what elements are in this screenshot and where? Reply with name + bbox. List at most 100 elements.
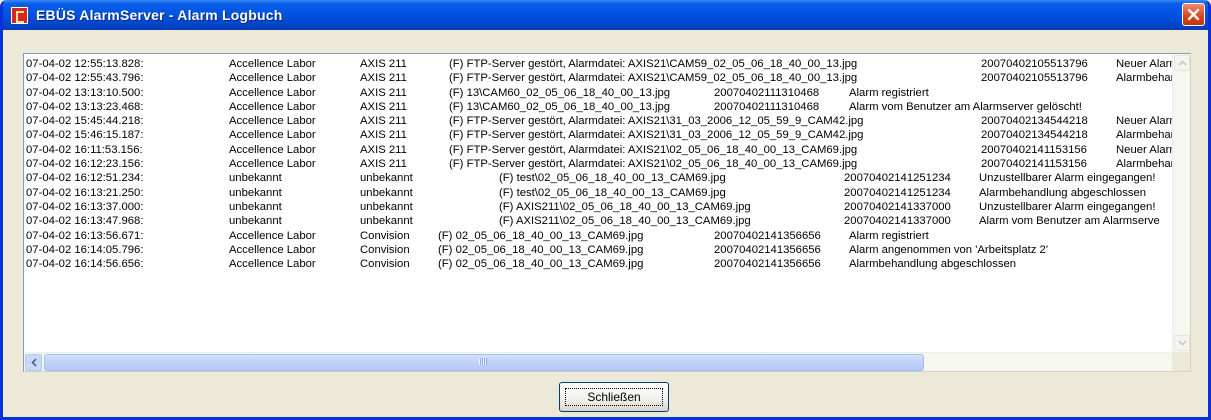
scroll-corner — [1172, 352, 1190, 371]
log-alarm-id: 20070402134544218 — [981, 129, 1088, 142]
log-camera: Convision — [360, 258, 410, 271]
log-location: Accellence Labor — [229, 158, 316, 171]
log-location: Accellence Labor — [229, 258, 316, 271]
log-location: Accellence Labor — [229, 100, 316, 113]
log-alarm-id: 20070402105513796 — [981, 58, 1088, 70]
alarm-logbook-window: EBÜS AlarmServer - Alarm Logbuch 07-04-0… — [0, 0, 1211, 420]
log-message: (F) test\02_05_06_18_40_00_13_CAM69.jpg — [499, 186, 726, 199]
log-time: 07-04-02 13:13:10.500: — [26, 86, 144, 99]
log-time: 07-04-02 15:46:15.187: — [26, 129, 144, 142]
log-status: Alarm vom Benutzer am Alarmserve — [979, 215, 1160, 228]
log-row[interactable]: 07-04-02 16:12:23.156: Accellence Labor AX… — [24, 157, 1173, 171]
log-camera: AXIS 211 — [360, 143, 407, 156]
horizontal-scrollbar[interactable] — [24, 352, 1190, 371]
log-alarm-id: 20070402141153156 — [981, 143, 1087, 156]
close-button-label: Schließen — [587, 390, 641, 404]
log-location: Accellence Labor — [229, 58, 316, 70]
log-status: Unzustellbarer Alarm eingegangen! — [979, 172, 1156, 185]
log-status: Alarm angenommen von 'Arbeitsplatz 2' — [849, 243, 1048, 256]
log-camera: unbekannt — [360, 172, 413, 185]
log-row[interactable]: 07-04-02 16:13:47.968: unbekannt unbekannt… — [24, 214, 1173, 228]
log-camera: AXIS 211 — [360, 58, 407, 70]
log-camera: AXIS 211 — [360, 72, 407, 85]
log-row[interactable]: 07-04-02 13:13:10.500: Accellence Labor AX… — [24, 86, 1173, 100]
log-row[interactable]: 07-04-02 16:13:21.250: unbekannt unbekannt… — [24, 186, 1173, 200]
log-message: (F) AXIS211\02_05_06_18_40_00_13_CAM69.j… — [499, 215, 751, 228]
log-alarm-id: 20070402105513796 — [981, 72, 1088, 85]
log-location: Accellence Labor — [229, 243, 316, 256]
log-time: 07-04-02 16:14:56.656: — [26, 258, 144, 271]
log-message: (F) FTP-Server gestört, Alarmdatei: AXIS… — [449, 129, 864, 142]
log-row[interactable]: 07-04-02 16:14:56.656: Accellence Labor Co… — [24, 257, 1173, 271]
scroll-up-button[interactable] — [1174, 55, 1190, 71]
log-location: Accellence Labor — [229, 229, 316, 242]
log-row[interactable]: 07-04-02 12:55:43.796: Accellence Labor AX… — [24, 71, 1173, 85]
log-location: unbekannt — [229, 215, 282, 228]
alarm-log-list[interactable]: 07-04-02 12:55:13.828: Accellence Labor AX… — [23, 53, 1191, 372]
log-message: (F) FTP-Server gestört, Alarmdatei: AXIS… — [449, 72, 858, 85]
log-camera: Convision — [360, 229, 410, 242]
log-row[interactable]: 07-04-02 16:14:05.796: Accellence Labor Co… — [24, 243, 1173, 257]
log-time: 07-04-02 12:55:13.828: — [26, 58, 144, 70]
log-status: Neuer Alarm e — [1116, 58, 1173, 70]
log-camera: AXIS 211 — [360, 129, 407, 142]
log-message: (F) FTP-Server gestört, Alarmdatei: AXIS… — [449, 158, 858, 171]
log-row[interactable]: 07-04-02 13:13:23.468: Accellence Labor AX… — [24, 100, 1173, 114]
log-status: Alarm registriert — [849, 229, 929, 242]
window-title: EBÜS AlarmServer - Alarm Logbuch — [36, 7, 283, 23]
close-button[interactable]: Schließen — [559, 382, 669, 412]
vertical-scrollbar[interactable] — [1172, 54, 1190, 352]
log-status: Unzustellbarer Alarm eingegangen! — [979, 200, 1156, 213]
log-message: (F) test\02_05_06_18_40_00_13_CAM69.jpg — [499, 172, 726, 185]
log-location: Accellence Labor — [229, 129, 316, 142]
log-row[interactable]: 07-04-02 12:55:13.828: Accellence Labor AX… — [24, 57, 1173, 71]
log-row[interactable]: 07-04-02 16:12:51.234: unbekannt unbekannt… — [24, 171, 1173, 185]
log-location: unbekannt — [229, 186, 282, 199]
log-alarm-id: 20070402141337000 — [844, 215, 951, 228]
log-row[interactable]: 07-04-02 16:11:53.156: Accellence Labor AX… — [24, 143, 1173, 157]
log-time: 07-04-02 16:12:51.234: — [26, 172, 144, 185]
log-status: Alarm registriert — [849, 86, 929, 99]
log-row[interactable]: 07-04-02 16:13:37.000: unbekannt unbekannt… — [24, 200, 1173, 214]
log-alarm-id: 20070402141251234 — [844, 172, 951, 185]
log-message: (F) 13\CAM60_02_05_06_18_40_00_13.jpg — [449, 86, 671, 99]
log-location: Accellence Labor — [229, 72, 316, 85]
log-alarm-id: 20070402141337000 — [844, 200, 951, 213]
chevron-left-icon — [30, 358, 37, 367]
log-row[interactable]: 07-04-02 15:45:44.218: Accellence Labor AX… — [24, 114, 1173, 128]
log-status: Alarmbehandlung abgeschlossen — [849, 258, 1017, 271]
scroll-grip-icon — [479, 358, 487, 365]
log-time: 07-04-02 12:55:43.796: — [26, 72, 144, 85]
log-location: Accellence Labor — [229, 143, 316, 156]
log-time: 07-04-02 15:45:44.218: — [26, 115, 144, 128]
title-bar[interactable]: EBÜS AlarmServer - Alarm Logbuch — [3, 0, 1208, 30]
chevron-down-icon — [1177, 340, 1187, 346]
close-window-button[interactable] — [1182, 3, 1205, 26]
log-status: Alarm vom Benutzer am Alarmserver gelösc… — [849, 100, 1082, 113]
log-rows: 07-04-02 12:55:13.828: Accellence Labor AX… — [24, 54, 1173, 352]
log-row[interactable]: 07-04-02 16:13:56.671: Accellence Labor Co… — [24, 229, 1173, 243]
log-camera: unbekannt — [360, 215, 413, 228]
log-camera: unbekannt — [360, 186, 413, 199]
log-status: Neuer Alarm e — [1116, 143, 1173, 156]
log-message: (F) 02_05_06_18_40_00_13_CAM69.jpg — [438, 229, 644, 242]
close-x-icon — [1187, 8, 1200, 21]
log-time: 07-04-02 16:12:23.156: — [26, 158, 144, 171]
log-status: Alarmbehand — [1116, 129, 1173, 142]
log-alarm-id: 20070402134544218 — [981, 115, 1088, 128]
log-time: 07-04-02 16:13:21.250: — [26, 186, 144, 199]
log-time: 07-04-02 16:14:05.796: — [26, 243, 144, 256]
log-message: (F) AXIS211\02_05_06_18_40_00_13_CAM69.j… — [499, 200, 751, 213]
log-status: Alarmbehand — [1116, 158, 1173, 171]
log-row[interactable]: 07-04-02 15:46:15.187: Accellence Labor AX… — [24, 128, 1173, 142]
log-location: unbekannt — [229, 172, 282, 185]
log-time: 07-04-02 16:11:53.156: — [26, 143, 143, 156]
log-alarm-id: 20070402141251234 — [844, 186, 951, 199]
log-message: (F) 02_05_06_18_40_00_13_CAM69.jpg — [438, 243, 644, 256]
log-message: (F) FTP-Server gestört, Alarmdatei: AXIS… — [449, 58, 858, 70]
log-status: Neuer Alarm e — [1116, 115, 1173, 128]
scroll-down-button[interactable] — [1174, 335, 1190, 351]
log-status: Alarmbehand — [1116, 72, 1173, 85]
scroll-left-button[interactable] — [25, 354, 42, 371]
log-alarm-id: 20070402111310468 — [714, 100, 820, 113]
